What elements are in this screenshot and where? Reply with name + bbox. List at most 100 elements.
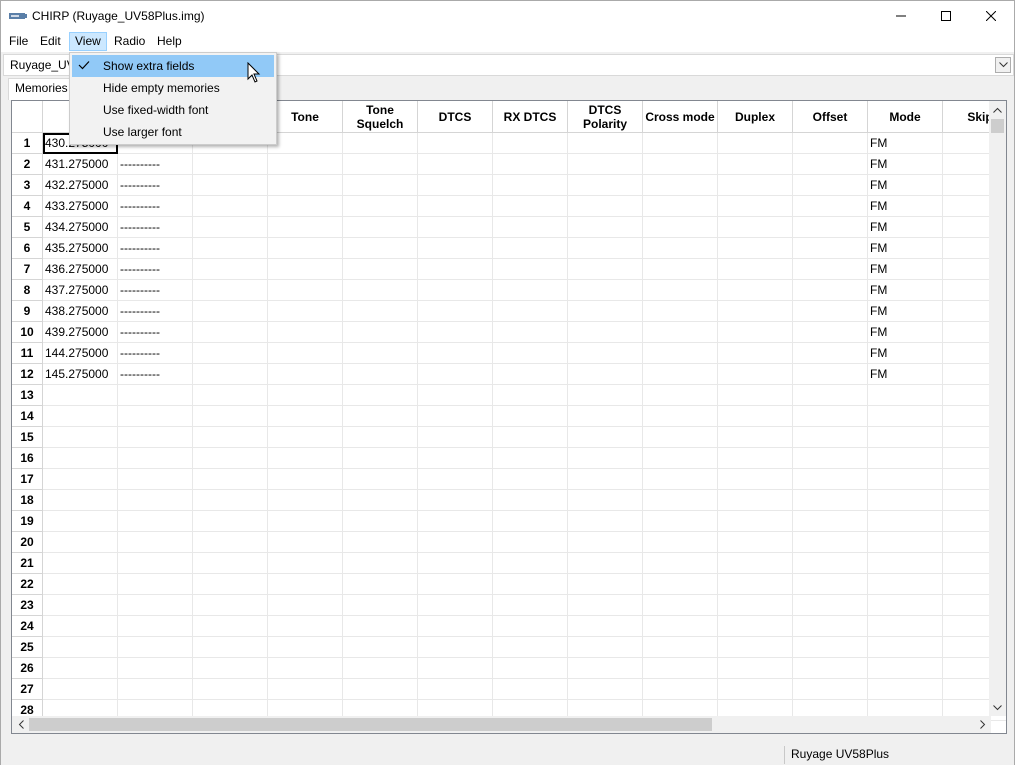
close-button[interactable] <box>968 1 1014 31</box>
table-cell[interactable] <box>793 406 868 427</box>
cell-mode[interactable] <box>868 511 943 532</box>
table-cell[interactable] <box>493 301 568 322</box>
table-cell[interactable] <box>193 679 268 700</box>
table-cell[interactable] <box>268 301 343 322</box>
table-cell[interactable] <box>643 637 718 658</box>
cell-mode[interactable] <box>868 385 943 406</box>
table-cell[interactable] <box>418 301 493 322</box>
cell-name[interactable] <box>118 406 193 427</box>
table-cell[interactable] <box>568 259 643 280</box>
table-cell[interactable] <box>193 217 268 238</box>
table-cell[interactable] <box>268 238 343 259</box>
table-cell[interactable] <box>643 616 718 637</box>
table-cell[interactable] <box>793 658 868 679</box>
horizontal-scroll-thumb[interactable] <box>29 718 712 731</box>
table-cell[interactable] <box>568 133 643 154</box>
table-cell[interactable] <box>268 532 343 553</box>
table-cell[interactable] <box>793 679 868 700</box>
cell-name[interactable] <box>118 511 193 532</box>
table-cell[interactable] <box>343 259 418 280</box>
table-cell[interactable] <box>493 448 568 469</box>
cell-name[interactable]: ---------- <box>118 196 193 217</box>
cell-mode[interactable]: FM <box>868 154 943 175</box>
table-cell[interactable] <box>718 280 793 301</box>
table-cell[interactable] <box>343 154 418 175</box>
table-cell[interactable] <box>643 280 718 301</box>
table-cell[interactable] <box>568 616 643 637</box>
col-mode-header[interactable]: Mode <box>868 101 943 133</box>
minimize-button[interactable] <box>878 1 924 31</box>
cell-mode[interactable] <box>868 406 943 427</box>
table-cell[interactable] <box>418 322 493 343</box>
table-cell[interactable] <box>493 259 568 280</box>
scroll-up-button[interactable] <box>989 101 1006 118</box>
table-cell[interactable] <box>568 196 643 217</box>
cell-frequency[interactable] <box>43 595 118 616</box>
row-number[interactable]: 12 <box>12 364 43 385</box>
cell-mode[interactable]: FM <box>868 364 943 385</box>
cell-mode[interactable] <box>868 658 943 679</box>
col-rx-dtcs-header[interactable]: RX DTCS <box>493 101 568 133</box>
cell-mode[interactable] <box>868 616 943 637</box>
row-number[interactable]: 4 <box>12 196 43 217</box>
table-cell[interactable] <box>568 217 643 238</box>
table-cell[interactable] <box>718 637 793 658</box>
tab-memories[interactable]: Memories <box>8 78 74 100</box>
table-cell[interactable] <box>193 406 268 427</box>
table-cell[interactable] <box>493 532 568 553</box>
table-cell[interactable] <box>793 175 868 196</box>
table-cell[interactable] <box>643 343 718 364</box>
table-cell[interactable] <box>493 553 568 574</box>
row-number[interactable]: 24 <box>12 616 43 637</box>
row-number[interactable]: 3 <box>12 175 43 196</box>
cell-frequency[interactable]: 438.275000 <box>43 301 118 322</box>
cell-frequency[interactable]: 437.275000 <box>43 280 118 301</box>
table-cell[interactable] <box>418 532 493 553</box>
cell-name[interactable]: ---------- <box>118 259 193 280</box>
table-cell[interactable] <box>793 511 868 532</box>
table-cell[interactable] <box>643 385 718 406</box>
table-cell[interactable] <box>418 175 493 196</box>
row-number[interactable]: 2 <box>12 154 43 175</box>
table-cell[interactable] <box>418 595 493 616</box>
menu-item-show-extra-fields[interactable]: Show extra fields <box>72 55 274 77</box>
table-cell[interactable] <box>343 175 418 196</box>
table-cell[interactable] <box>718 553 793 574</box>
table-cell[interactable] <box>793 553 868 574</box>
table-cell[interactable] <box>343 133 418 154</box>
table-cell[interactable] <box>343 574 418 595</box>
table-cell[interactable] <box>418 364 493 385</box>
table-cell[interactable] <box>343 427 418 448</box>
cell-mode[interactable] <box>868 448 943 469</box>
table-cell[interactable] <box>568 637 643 658</box>
table-cell[interactable] <box>568 553 643 574</box>
cell-frequency[interactable] <box>43 511 118 532</box>
table-cell[interactable] <box>793 280 868 301</box>
table-cell[interactable] <box>418 280 493 301</box>
cell-name[interactable]: ---------- <box>118 238 193 259</box>
table-cell[interactable] <box>268 658 343 679</box>
table-cell[interactable] <box>268 385 343 406</box>
cell-mode[interactable]: FM <box>868 322 943 343</box>
col-tone-header[interactable]: Tone <box>268 101 343 133</box>
table-cell[interactable] <box>643 532 718 553</box>
cell-name[interactable] <box>118 469 193 490</box>
row-number[interactable]: 13 <box>12 385 43 406</box>
table-cell[interactable] <box>718 322 793 343</box>
row-number[interactable]: 11 <box>12 343 43 364</box>
table-cell[interactable] <box>793 259 868 280</box>
table-cell[interactable] <box>418 490 493 511</box>
table-cell[interactable] <box>793 196 868 217</box>
table-cell[interactable] <box>343 385 418 406</box>
table-cell[interactable] <box>643 679 718 700</box>
table-cell[interactable] <box>643 574 718 595</box>
cell-name[interactable]: ---------- <box>118 280 193 301</box>
table-cell[interactable] <box>343 196 418 217</box>
cell-frequency[interactable]: 431.275000 <box>43 154 118 175</box>
cell-frequency[interactable] <box>43 679 118 700</box>
cell-name[interactable]: ---------- <box>118 301 193 322</box>
row-number[interactable]: 6 <box>12 238 43 259</box>
row-number[interactable]: 20 <box>12 532 43 553</box>
table-cell[interactable] <box>418 217 493 238</box>
table-cell[interactable] <box>268 616 343 637</box>
